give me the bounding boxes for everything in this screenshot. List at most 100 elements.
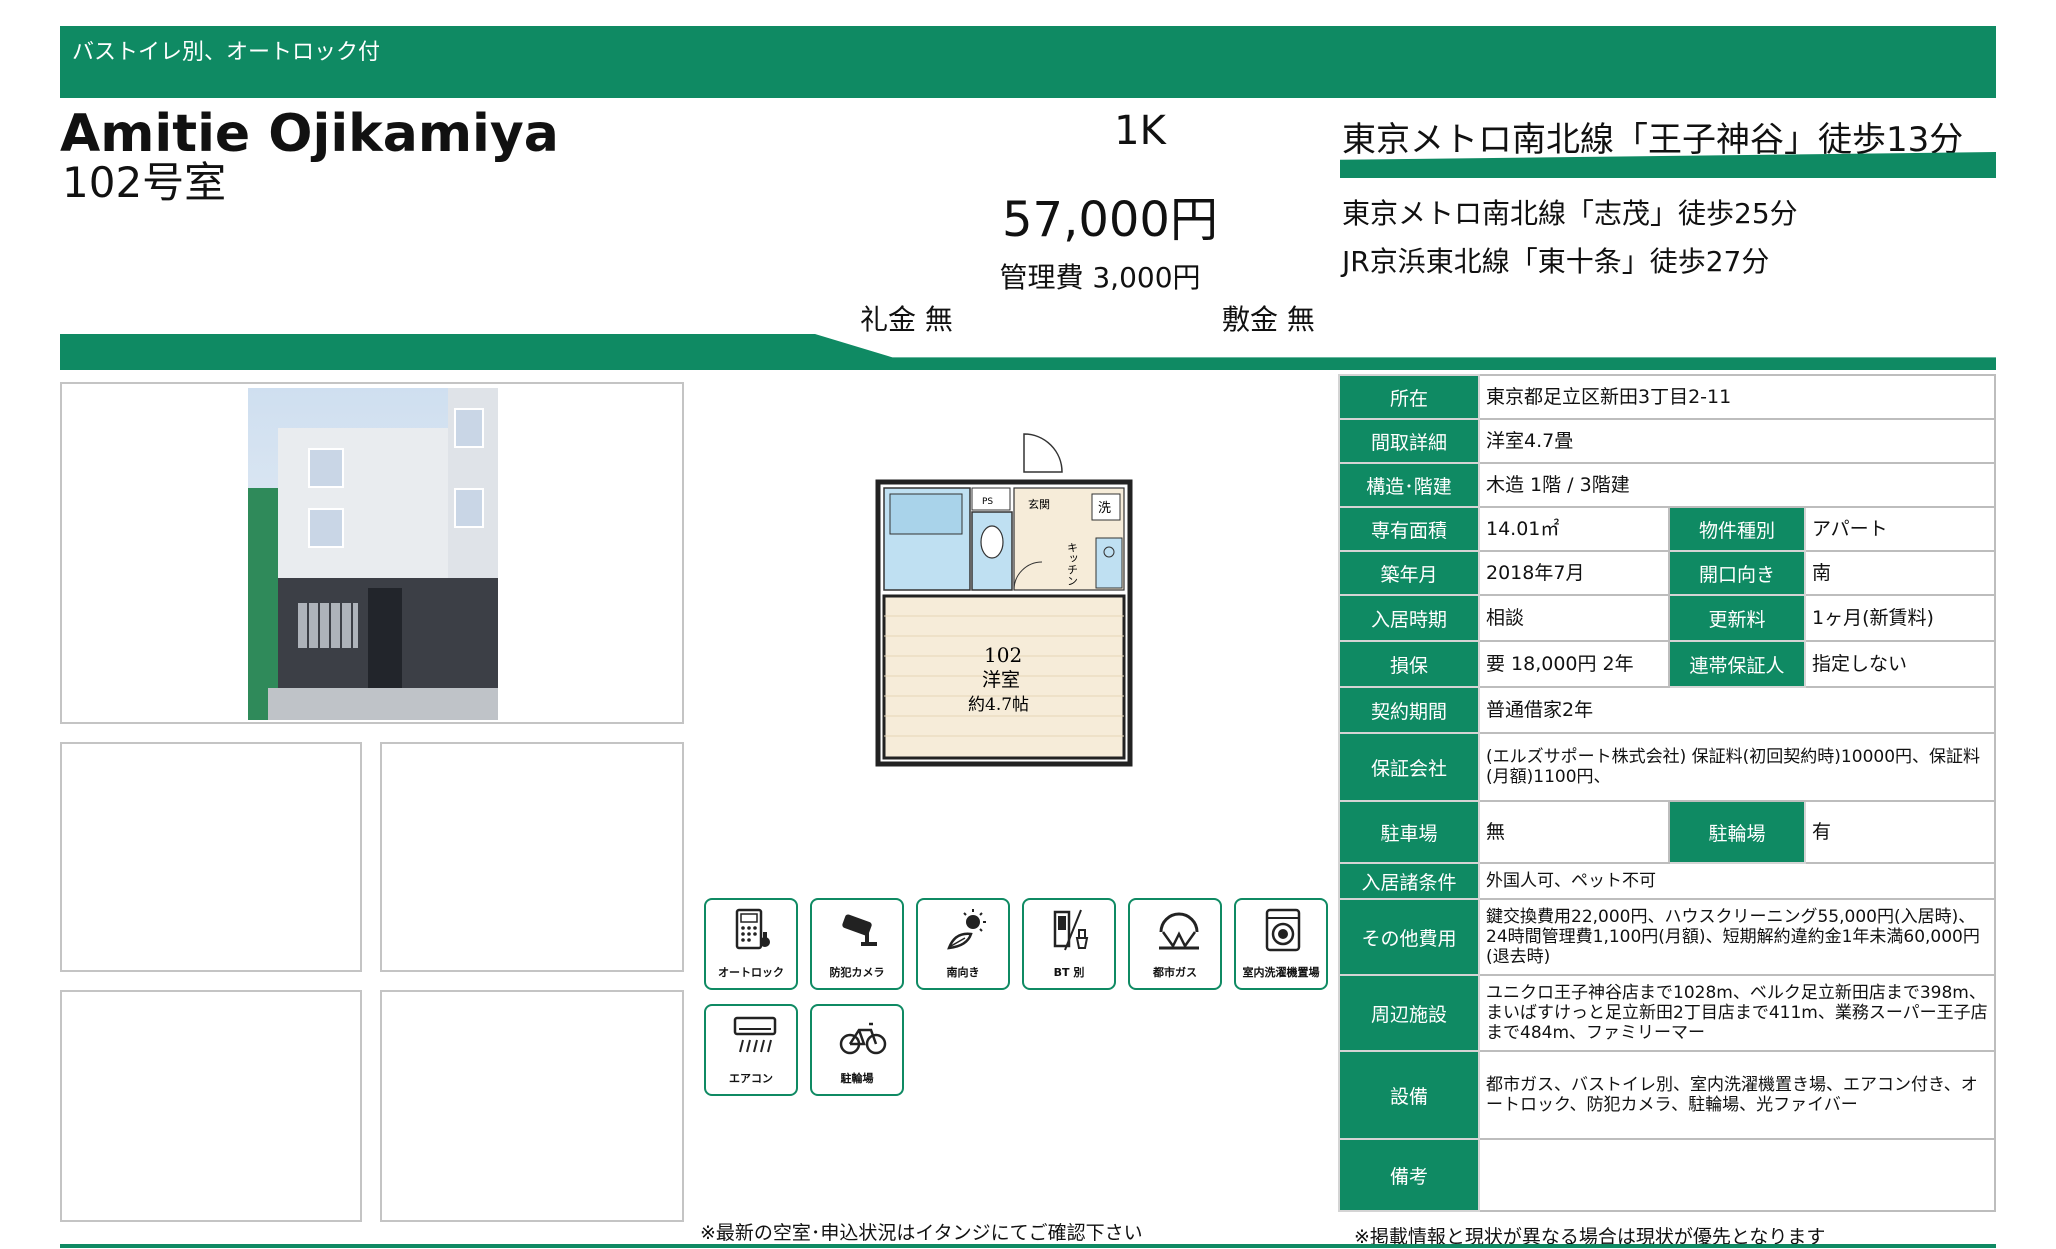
move-in-label: 入居時期 [1338, 594, 1480, 642]
facing-label: 開口向き [1668, 550, 1806, 596]
table-row: 入居諸条件 外国人可、ペット不可 [1338, 862, 1996, 900]
kitchen-label: キッチン [1066, 542, 1079, 586]
availability-note: ※最新の空室･申込状況はイタンジにてご確認下さい [700, 1222, 1143, 1244]
guarantor-label: 連帯保証人 [1668, 640, 1806, 688]
remarks-value [1478, 1138, 1996, 1212]
deposit: 敷金 無 [1222, 303, 1315, 336]
south-facing-icon [947, 909, 986, 950]
room-number-label: 102 [984, 643, 1022, 667]
feature-label: BT 別 [1053, 966, 1085, 979]
bike-parking-label: 駐輪場 [1668, 800, 1806, 864]
feature-label: エアコン [729, 1072, 773, 1085]
table-row: 所在 東京都足立区新田3丁目2-11 [1338, 374, 1996, 420]
city-gas-icon [1159, 912, 1199, 950]
layout-detail-label: 間取詳細 [1338, 418, 1480, 464]
top-banner: バストイレ別、オートロック付 [60, 26, 1996, 98]
feature-label: 防犯カメラ [829, 966, 885, 979]
photo-placeholder-3 [60, 990, 362, 1222]
washing-machine-icon [1265, 908, 1301, 952]
conditions-label: 入居諸条件 [1338, 862, 1480, 900]
room-number: 102号室 [62, 158, 227, 207]
air-conditioner-icon [733, 1016, 777, 1053]
area-label: 専有面積 [1338, 506, 1480, 552]
feature-washing-machine: 室内洗濯機置場 [1234, 898, 1328, 990]
feature-label: 南向き [946, 966, 980, 979]
ps-label: PS [982, 497, 993, 507]
property-info-table: 所在 東京都足立区新田3丁目2-11 間取詳細 洋室4.7畳 構造･階建 木造 … [1338, 374, 1996, 1212]
remarks-label: 備考 [1338, 1138, 1480, 1212]
table-row: 契約期間 普通借家2年 [1338, 686, 1996, 734]
facilities-value: 都市ガス、バストイレ別、室内洗濯機置き場、エアコン付き、オートロック、防犯カメラ… [1478, 1050, 1996, 1140]
station-tertiary: JR京浜東北線「東十条」徒歩27分 [1342, 245, 1770, 278]
type-label: 物件種別 [1668, 506, 1806, 552]
parking-label: 駐車場 [1338, 800, 1480, 864]
location-value: 東京都足立区新田3丁目2-11 [1478, 374, 1996, 420]
table-row: 保証会社 (エルズサポート株式会社) 保証料(初回契約時)10000円、保証料(… [1338, 732, 1996, 802]
table-row: 専有面積 14.01㎡ 物件種別 アパート [1338, 506, 1996, 552]
area-value: 14.01㎡ [1478, 506, 1670, 552]
facing-value: 南 [1804, 550, 1996, 596]
table-row: 入居時期 相談 更新料 1ヶ月(新賃料) [1338, 594, 1996, 642]
move-in-value: 相談 [1478, 594, 1670, 642]
table-row: 設備 都市ガス、バストイレ別、室内洗濯機置き場、エアコン付き、オートロック、防犯… [1338, 1050, 1996, 1140]
property-name: Amitie Ojikamiya [60, 104, 559, 164]
table-row: 備考 [1338, 1138, 1996, 1212]
security-camera-icon [842, 914, 877, 946]
bottom-rule [60, 1244, 1996, 1248]
insurance-label: 損保 [1338, 640, 1480, 688]
layout-type: 1K [1114, 108, 1166, 154]
room-type-label: 洋室 [982, 669, 1020, 691]
type-value: アパート [1804, 506, 1996, 552]
renewal-label: 更新料 [1668, 594, 1806, 642]
table-row: 駐車場 無 駐輪場 有 [1338, 800, 1996, 864]
bath-toilet-separate-icon [1053, 909, 1089, 951]
table-row: 間取詳細 洋室4.7畳 [1338, 418, 1996, 464]
parking-value: 無 [1478, 800, 1670, 864]
entrance-label: 玄関 [1028, 497, 1050, 511]
nearby-value: ユニクロ王子神谷店まで1028m、ベルク足立新田店まで398m、まいばすけっと足… [1478, 974, 1996, 1052]
main-photo [60, 382, 684, 724]
other-fees-value: 鍵交換費用22,000円、ハウスクリーニング55,000円(入居時)、24時間管… [1478, 898, 1996, 976]
feature-auto-lock: オートロック [704, 898, 798, 990]
feature-city-gas: 都市ガス [1128, 898, 1222, 990]
bicycle-parking-icon [839, 1022, 887, 1055]
table-row: その他費用 鍵交換費用22,000円、ハウスクリーニング55,000円(入居時)… [1338, 898, 1996, 976]
management-fee: 管理費 3,000円 [999, 261, 1201, 294]
renewal-value: 1ヶ月(新賃料) [1804, 594, 1996, 642]
feature-label: 駐輪場 [840, 1072, 874, 1085]
feature-label: 都市ガス [1153, 966, 1197, 979]
floor-plan: PS 玄関 洗 キッチン 102 洋室 約4.7帖 [875, 433, 1133, 767]
bike-parking-value: 有 [1804, 800, 1996, 864]
banner-text: バストイレ別、オートロック付 [72, 40, 381, 65]
building-photo [248, 388, 498, 720]
other-fees-label: その他費用 [1338, 898, 1480, 976]
rent-price: 57,000円 [1002, 192, 1218, 248]
section-divider [60, 334, 1996, 370]
feature-bicycle-parking: 駐輪場 [810, 1004, 904, 1096]
table-row: 構造･階建 木造 1階 / 3階建 [1338, 462, 1996, 508]
key-money: 礼金 無 [860, 303, 953, 336]
guarantee-company-label: 保証会社 [1338, 732, 1480, 802]
feature-label: オートロック [718, 966, 784, 979]
feature-south-facing: 南向き [916, 898, 1010, 990]
conditions-value: 外国人可、ペット不可 [1478, 862, 1996, 900]
feature-air-conditioner: エアコン [704, 1004, 798, 1096]
structure-value: 木造 1階 / 3階建 [1478, 462, 1996, 508]
washer-label: 洗 [1098, 501, 1111, 516]
structure-label: 構造･階建 [1338, 462, 1480, 508]
table-row: 損保 要 18,000円 2年 連帯保証人 指定しない [1338, 640, 1996, 688]
auto-lock-icon [735, 908, 770, 950]
station-secondary: 東京メトロ南北線「志茂」徒歩25分 [1342, 197, 1798, 230]
built-value: 2018年7月 [1478, 550, 1670, 596]
contract-label: 契約期間 [1338, 686, 1480, 734]
feature-label: 室内洗濯機置場 [1242, 966, 1320, 979]
feature-bt-separate: BT 別 [1022, 898, 1116, 990]
guarantee-company-value: (エルズサポート株式会社) 保証料(初回契約時)10000円、保証料(月額)11… [1478, 732, 1996, 802]
table-row: 周辺施設 ユニクロ王子神谷店まで1028m、ベルク足立新田店まで398m、まいば… [1338, 974, 1996, 1052]
contract-value: 普通借家2年 [1478, 686, 1996, 734]
built-label: 築年月 [1338, 550, 1480, 596]
photo-placeholder-4 [380, 990, 684, 1222]
location-label: 所在 [1338, 374, 1480, 420]
insurance-value: 要 18,000円 2年 [1478, 640, 1670, 688]
layout-detail-value: 洋室4.7畳 [1478, 418, 1996, 464]
